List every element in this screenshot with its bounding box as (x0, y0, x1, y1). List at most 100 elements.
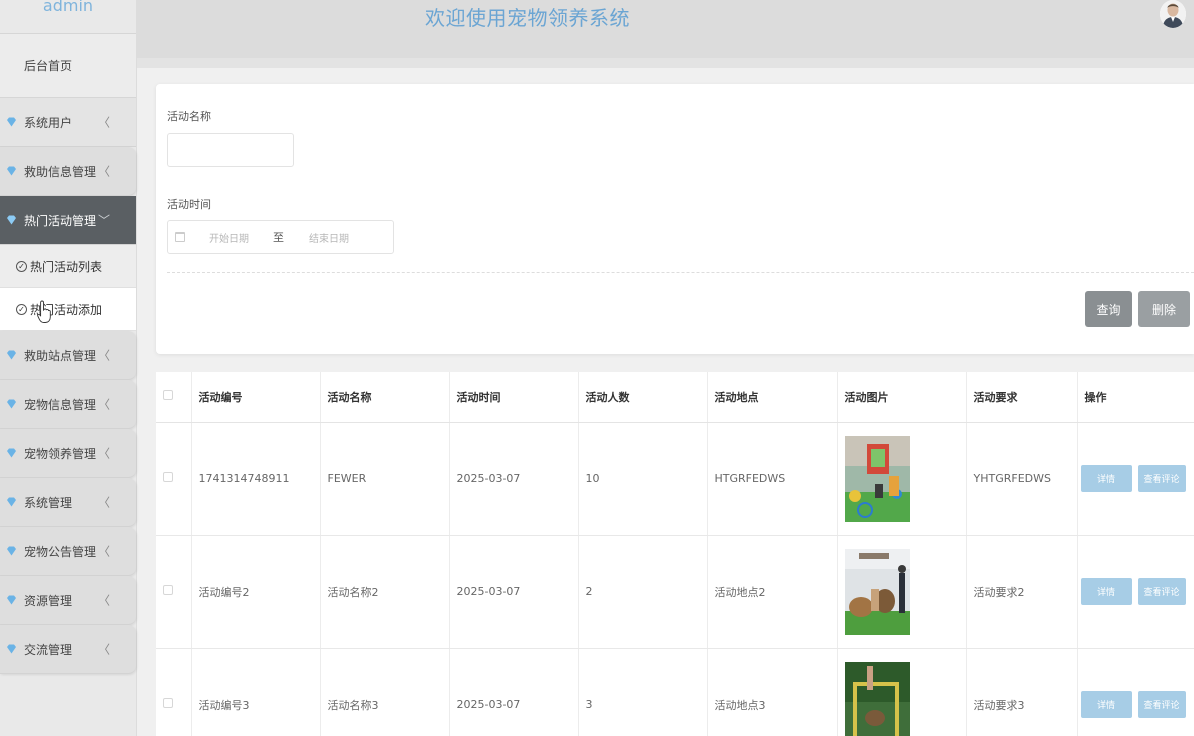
query-button[interactable]: 查询 (1085, 291, 1132, 327)
cell-actions: 详情 查看评论 (1077, 422, 1194, 536)
view-comments-button[interactable]: 查看评论 (1137, 578, 1186, 605)
menu-home[interactable]: 后台首页 (0, 34, 136, 98)
chevron-left-icon: 〈 (97, 348, 110, 363)
table-header-row: 活动编号 活动名称 活动时间 活动人数 活动地点 活动图片 活动要求 操作 (156, 372, 1194, 423)
select-all-checkbox[interactable] (163, 390, 173, 401)
cell-activity-id: 1741314748911 (191, 422, 321, 536)
chevron-left-icon: 〈 (97, 642, 110, 657)
delete-button[interactable]: 删除 (1138, 291, 1190, 327)
view-comments-button[interactable]: 查看评论 (1137, 691, 1186, 718)
diamond-icon (4, 213, 18, 227)
cell-actions: 详情 查看评论 (1077, 535, 1194, 649)
start-date-input[interactable]: 开始日期 (209, 230, 249, 245)
user-avatar[interactable] (1160, 0, 1186, 28)
chevron-left-icon: 〈 (97, 544, 110, 559)
cell-activity-name: 活动名称2 (320, 535, 450, 649)
cell-activity-time: 2025-03-07 (449, 648, 579, 736)
row-checkbox[interactable] (163, 472, 173, 482)
cell-activity-requirement: YHTGRFEDWS (966, 422, 1078, 536)
menu-item-resource[interactable]: 资源管理 〈 (0, 576, 136, 625)
diamond-icon (4, 593, 18, 607)
menu-item-system-manage[interactable]: 系统管理 〈 (0, 478, 136, 527)
activity-table: 活动编号 活动名称 活动时间 活动人数 活动地点 活动图片 活动要求 操作 17… (156, 372, 1194, 736)
chevron-left-icon: 〈 (97, 495, 110, 510)
cell-activity-requirement: 活动要求2 (966, 535, 1078, 649)
hand-cursor-icon (37, 300, 51, 323)
menu-label: 救助站点管理 (24, 348, 97, 363)
cell-activity-requirement: 活动要求3 (966, 648, 1078, 736)
diamond-icon (4, 446, 18, 460)
chevron-left-icon: 〈 (97, 593, 110, 608)
menu-item-pet-notice[interactable]: 宠物公告管理 〈 (0, 527, 136, 576)
check-circle-icon: ✓ (16, 303, 27, 315)
cell-activity-count: 10 (578, 422, 708, 536)
column-header: 活动编号 (191, 372, 321, 423)
cell-activity-image (837, 648, 967, 736)
menu-label: 资源管理 (24, 593, 73, 608)
cell-activity-place: HTGRFEDWS (707, 422, 838, 536)
menu-item-pet-adoption[interactable]: 宠物领养管理 〈 (0, 429, 136, 478)
cell-activity-image (837, 422, 967, 536)
date-range-picker[interactable]: 开始日期 至 结束日期 (167, 220, 394, 254)
menu-label: 交流管理 (24, 642, 73, 657)
cell-activity-name: 活动名称3 (320, 648, 450, 736)
chevron-left-icon: 〈 (97, 397, 110, 412)
column-header: 活动时间 (449, 372, 579, 423)
table-row: 活动编号3 活动名称3 2025-03-07 3 活动地点3 活动要求3 详情 … (156, 648, 1194, 736)
row-checkbox[interactable] (163, 698, 173, 708)
menu-label: 宠物领养管理 (24, 446, 97, 461)
cell-activity-count: 3 (578, 648, 708, 736)
diamond-icon (4, 397, 18, 411)
date-separator: 至 (273, 231, 284, 244)
menu-item-communication[interactable]: 交流管理 〈 (0, 625, 136, 674)
divider (167, 272, 1194, 273)
header-divider (137, 58, 1194, 68)
chevron-down-icon: ﹀ (97, 213, 110, 228)
page-title: 欢迎使用宠物领养系统 (425, 6, 630, 30)
submenu-item-activity-add[interactable]: ✓ 热门活动添加 (0, 288, 136, 331)
row-checkbox[interactable] (163, 585, 173, 595)
menu-label: 宠物公告管理 (24, 544, 97, 559)
menu-label: 宠物信息管理 (24, 397, 97, 412)
detail-button[interactable]: 详情 (1080, 465, 1132, 492)
cell-activity-time: 2025-03-07 (449, 422, 579, 536)
diamond-icon (4, 642, 18, 656)
check-circle-icon: ✓ (16, 260, 27, 272)
detail-button[interactable]: 详情 (1080, 578, 1132, 605)
menu-item-hot-activity[interactable]: 热门活动管理 ﹀ (0, 196, 136, 245)
menu-item-rescue-info[interactable]: 救助信息管理 〈 (0, 147, 136, 196)
column-header: 活动名称 (320, 372, 450, 423)
column-header: 操作 (1077, 372, 1194, 423)
activity-photo-2[interactable] (844, 548, 910, 635)
column-header: 活动要求 (966, 372, 1078, 423)
activity-photo-3[interactable] (844, 661, 910, 736)
sidebar: admin 后台首页 系统用户 〈 救助信息管理 〈 热门活动管理 ﹀ ✓ 热门… (0, 0, 137, 736)
menu-label: 热门活动管理 (24, 213, 97, 228)
submenu-label: 热门活动列表 (30, 259, 103, 274)
diamond-icon (4, 164, 18, 178)
cell-activity-id: 活动编号2 (191, 535, 321, 649)
brand-logo: admin (0, 0, 136, 34)
cell-activity-name: FEWER (320, 422, 450, 536)
submenu-item-activity-list[interactable]: ✓ 热门活动列表 (0, 245, 136, 288)
column-header: 活动图片 (837, 372, 967, 423)
column-header: 活动人数 (578, 372, 708, 423)
cell-activity-count: 2 (578, 535, 708, 649)
column-header: 活动地点 (707, 372, 838, 423)
end-date-input[interactable]: 结束日期 (309, 230, 349, 245)
activity-photo-1[interactable] (844, 435, 910, 522)
menu-item-system-user[interactable]: 系统用户 〈 (0, 98, 136, 147)
activity-name-input[interactable] (167, 133, 294, 167)
menu-item-rescue-station[interactable]: 救助站点管理 〈 (0, 331, 136, 380)
diamond-icon (4, 115, 18, 129)
cell-activity-place: 活动地点3 (707, 648, 838, 736)
menu-item-pet-info[interactable]: 宠物信息管理 〈 (0, 380, 136, 429)
activity-time-label: 活动时间 (167, 198, 211, 211)
view-comments-button[interactable]: 查看评论 (1137, 465, 1186, 492)
select-all-cell (156, 372, 192, 423)
diamond-icon (4, 544, 18, 558)
detail-button[interactable]: 详情 (1080, 691, 1132, 718)
cell-activity-image (837, 535, 967, 649)
diamond-icon (4, 348, 18, 362)
chevron-left-icon: 〈 (97, 446, 110, 461)
